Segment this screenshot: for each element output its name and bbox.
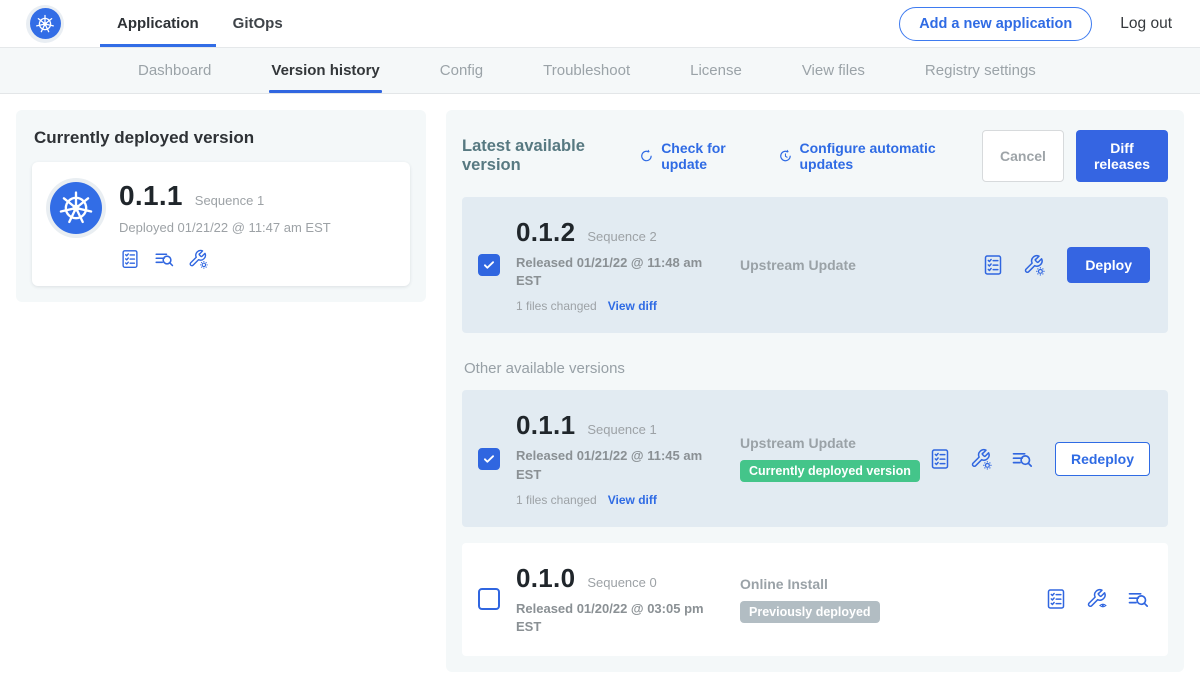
- tab-gitops[interactable]: GitOps: [216, 0, 300, 47]
- configure-updates-label: Configure automatic updates: [800, 140, 961, 172]
- version-row-0-1-2: 0.1.2 Sequence 2 Released 01/21/22 @ 11:…: [462, 197, 1168, 333]
- sequence-label: Sequence 1: [587, 422, 656, 437]
- subnav-tab-registry-settings[interactable]: Registry settings: [925, 48, 1036, 93]
- version-number: 0.1.1: [516, 410, 575, 441]
- subnav-tab-dashboard[interactable]: Dashboard: [138, 48, 211, 93]
- tab-gitops-label: GitOps: [233, 15, 283, 32]
- version-history-panel: Latest available version Check for updat…: [446, 110, 1184, 672]
- deployed-timestamp: Deployed 01/21/22 @ 11:47 am EST: [119, 220, 331, 235]
- logout-button[interactable]: Log out: [1120, 15, 1172, 33]
- deploy-logs-icon[interactable]: [1126, 587, 1150, 611]
- deployed-sequence-label: Sequence 1: [195, 193, 264, 208]
- currently-deployed-badge: Currently deployed version: [740, 460, 920, 482]
- version-checkbox[interactable]: [478, 588, 500, 610]
- view-diff-link[interactable]: View diff: [608, 299, 657, 313]
- tab-application[interactable]: Application: [100, 0, 216, 47]
- app-subnav: Dashboard Version history Config Trouble…: [0, 48, 1200, 94]
- app-kubernetes-icon: [50, 182, 102, 234]
- source-label: Online Install: [740, 576, 1044, 592]
- deploy-logs-icon[interactable]: [1010, 447, 1034, 471]
- version-checkbox[interactable]: [478, 448, 500, 470]
- app-gitops-tabs: Application GitOps: [100, 0, 300, 47]
- diff-releases-button[interactable]: Diff releases: [1076, 130, 1168, 182]
- released-timestamp: Released 01/21/22 @ 11:48 am EST: [516, 254, 712, 290]
- view-config-icon[interactable]: [1085, 587, 1109, 611]
- clock-refresh-icon: [778, 147, 793, 165]
- deployed-version-number: 0.1.1: [119, 180, 183, 212]
- released-timestamp: Released 01/20/22 @ 03:05 pm EST: [516, 600, 712, 636]
- released-timestamp: Released 01/21/22 @ 11:45 am EST: [516, 447, 712, 483]
- latest-version-title: Latest available version: [462, 137, 617, 175]
- deployed-version-card: 0.1.1 Sequence 1 Deployed 01/21/22 @ 11:…: [32, 162, 410, 286]
- subnav-tab-version-history[interactable]: Version history: [271, 48, 379, 93]
- sequence-label: Sequence 2: [587, 229, 656, 244]
- subnav-tab-troubleshoot[interactable]: Troubleshoot: [543, 48, 630, 93]
- configure-updates-link[interactable]: Configure automatic updates: [778, 140, 960, 172]
- deploy-button[interactable]: Deploy: [1067, 247, 1150, 283]
- preflight-checks-icon[interactable]: [928, 447, 952, 471]
- preflight-checks-icon[interactable]: [981, 253, 1005, 277]
- files-changed-label: 1 files changed: [516, 493, 597, 507]
- check-for-update-label: Check for update: [661, 140, 755, 172]
- view-diff-link[interactable]: View diff: [608, 493, 657, 507]
- redeploy-button[interactable]: Redeploy: [1055, 442, 1150, 476]
- preflight-checks-icon[interactable]: [119, 248, 141, 270]
- subnav-tab-license[interactable]: License: [690, 48, 742, 93]
- top-bar: Application GitOps Add a new application…: [0, 0, 1200, 48]
- source-label: Upstream Update: [740, 435, 928, 451]
- add-application-button[interactable]: Add a new application: [899, 7, 1092, 41]
- subnav-tab-config[interactable]: Config: [440, 48, 483, 93]
- version-row-0-1-1: 0.1.1 Sequence 1 Released 01/21/22 @ 11:…: [462, 390, 1168, 526]
- deployed-panel-title: Currently deployed version: [34, 128, 408, 148]
- other-versions-label: Other available versions: [464, 360, 1166, 377]
- currently-deployed-panel: Currently deployed version 0.1.1 Sequenc…: [16, 110, 426, 302]
- config-icon[interactable]: [969, 447, 993, 471]
- sequence-label: Sequence 0: [587, 575, 656, 590]
- check-for-update-link[interactable]: Check for update: [639, 140, 755, 172]
- version-row-0-1-0: 0.1.0 Sequence 0 Released 01/20/22 @ 03:…: [462, 543, 1168, 656]
- source-label: Upstream Update: [740, 257, 981, 273]
- checkmark-icon: [482, 452, 496, 466]
- refresh-icon: [639, 147, 654, 165]
- deploy-logs-icon[interactable]: [153, 248, 175, 270]
- version-checkbox[interactable]: [478, 254, 500, 276]
- version-number: 0.1.0: [516, 563, 575, 594]
- tab-application-label: Application: [117, 15, 199, 32]
- config-icon[interactable]: [1022, 253, 1046, 277]
- files-changed-label: 1 files changed: [516, 299, 597, 313]
- subnav-tab-view-files[interactable]: View files: [802, 48, 865, 93]
- version-number: 0.1.2: [516, 217, 575, 248]
- config-icon[interactable]: [187, 248, 209, 270]
- checkmark-icon: [482, 258, 496, 272]
- previously-deployed-badge: Previously deployed: [740, 601, 880, 623]
- kubernetes-logo: [26, 5, 64, 43]
- cancel-button[interactable]: Cancel: [982, 130, 1064, 182]
- preflight-checks-icon[interactable]: [1044, 587, 1068, 611]
